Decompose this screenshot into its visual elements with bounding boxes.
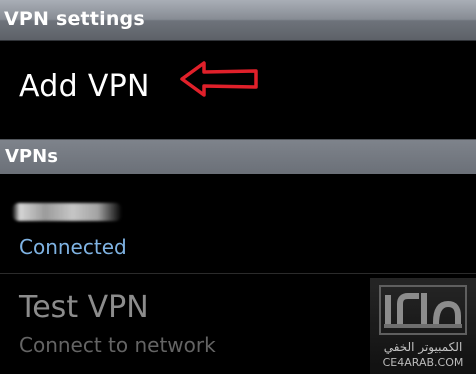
watermark-logo: الكمبيوتر الخفي CE4ARAB.COM	[370, 278, 476, 374]
page-title: VPN settings	[4, 8, 145, 30]
vpns-section-header: VPNs	[0, 139, 476, 174]
watermark-arabic-text: الكمبيوتر الخفي	[383, 340, 463, 354]
vpn-name-test: Test VPN	[19, 290, 149, 325]
watermark-emblem-icon	[379, 285, 467, 335]
vpns-section-title: VPNs	[5, 146, 58, 167]
add-vpn-button[interactable]: Add VPN	[0, 41, 476, 139]
vpn-status-connected: Connected	[19, 235, 127, 259]
vpn-status-connect: Connect to network	[19, 333, 216, 357]
add-vpn-label: Add VPN	[19, 69, 150, 104]
title-bar: VPN settings	[0, 0, 476, 41]
red-arrow-icon	[180, 61, 258, 97]
vpn-list-item-connected[interactable]: Connected	[0, 174, 476, 273]
redacted-vpn-name	[12, 203, 122, 221]
watermark-latin-text: CE4ARAB.COM	[382, 356, 464, 369]
